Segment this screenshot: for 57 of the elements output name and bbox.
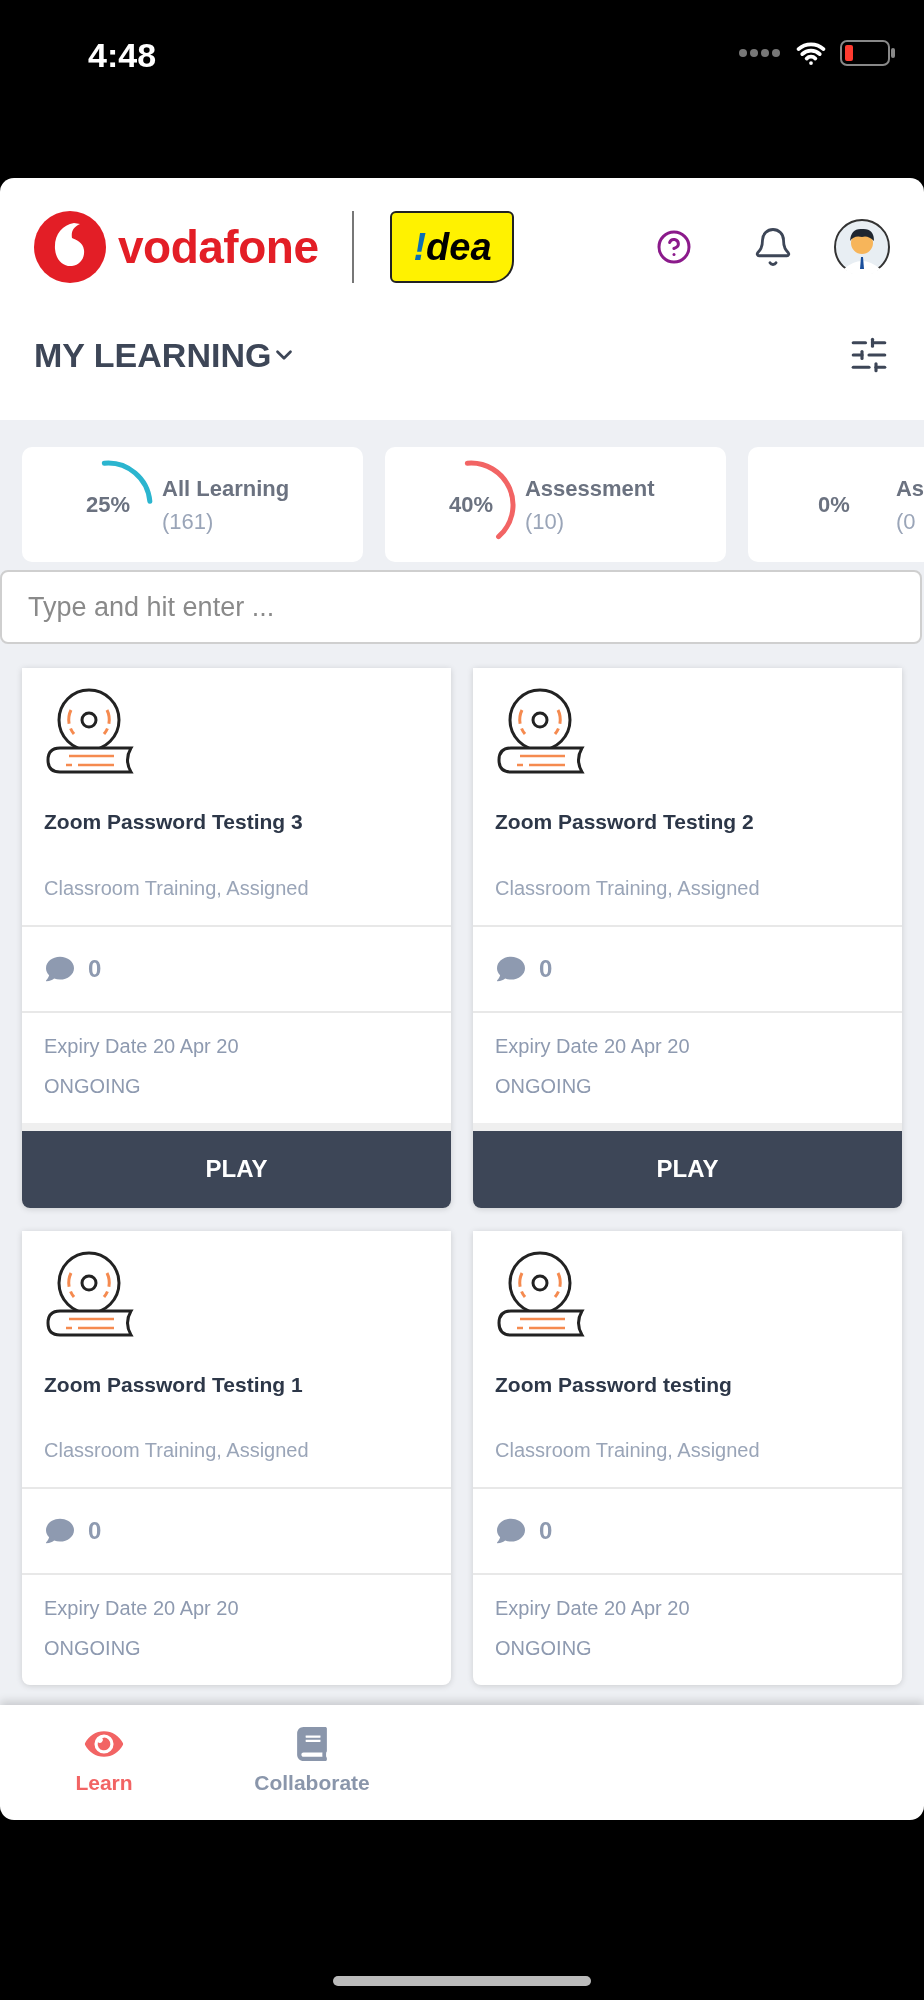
stat-label: As bbox=[895, 474, 924, 503]
vodafone-logo-icon bbox=[34, 211, 106, 283]
course-meta: Classroom Training, Assigned bbox=[44, 1438, 310, 1463]
stat-card[interactable]: 40% Assessment (10) bbox=[384, 447, 726, 562]
vodafone-wordmark: vodafone bbox=[118, 219, 319, 275]
course-card[interactable]: Zoom Password testing Classroom Training, Assigned 0 Expiry Date 20 Apr 20 ONGOING bbox=[473, 1230, 902, 1685]
course-meta: Classroom Training, Assigned bbox=[495, 1438, 761, 1463]
stat-card[interactable]: 0% As (0 bbox=[747, 447, 924, 562]
course-card[interactable]: Zoom Password Testing 1 Classroom Training, Assigned 0 Expiry Date 20 Apr 20 ONGOING bbox=[22, 1230, 451, 1685]
idea-logo: !dea bbox=[390, 211, 515, 283]
expiry-date: Expiry Date 20 Apr 20 bbox=[44, 1033, 240, 1059]
course-card[interactable]: Zoom Password Testing 3 Classroom Training, Assigned 0 Expiry Date 20 Apr 20 ONGOING PLAY bbox=[22, 668, 451, 1208]
percent-text: 40% bbox=[448, 491, 493, 519]
comment-count: 0 bbox=[539, 1516, 553, 1546]
status-time: 4:48 bbox=[88, 35, 157, 76]
comment-count: 0 bbox=[88, 953, 102, 984]
page-title[interactable]: MY LEARNING bbox=[34, 329, 272, 381]
disc-book-icon bbox=[495, 688, 585, 776]
play-button[interactable]: PLAY bbox=[473, 1130, 902, 1208]
course-title: Zoom Password Testing 3 bbox=[44, 809, 304, 835]
avatar-icon[interactable] bbox=[834, 219, 890, 275]
play-button[interactable]: PLAY bbox=[22, 1130, 451, 1208]
comment-icon bbox=[495, 954, 527, 983]
stat-count: (161) bbox=[162, 507, 215, 536]
book-icon bbox=[295, 1726, 329, 1761]
stat-label: Assessment bbox=[524, 474, 655, 503]
course-card[interactable]: Zoom Password Testing 2 Classroom Training, Assigned 0 Expiry Date 20 Apr 20 ONGOING PLAY bbox=[473, 668, 902, 1208]
expiry-date: Expiry Date 20 Apr 20 bbox=[44, 1596, 240, 1621]
search-field[interactable]: Type and hit enter ... bbox=[0, 570, 922, 644]
comment-icon bbox=[495, 1517, 527, 1545]
expiry-date: Expiry Date 20 Apr 20 bbox=[495, 1596, 691, 1621]
stat-label: All Learning bbox=[162, 474, 290, 503]
comment-icon bbox=[44, 954, 76, 983]
percent-text: 0% bbox=[817, 491, 850, 519]
disc-book-icon bbox=[44, 688, 134, 776]
help-icon[interactable] bbox=[656, 229, 692, 265]
percent-text: 25% bbox=[85, 491, 130, 519]
stat-count: (0 bbox=[895, 507, 917, 536]
status-text: ONGOING bbox=[44, 1073, 142, 1099]
status-text: ONGOING bbox=[495, 1636, 593, 1661]
course-title: Zoom Password Testing 2 bbox=[495, 809, 755, 835]
status-text: ONGOING bbox=[44, 1636, 142, 1661]
disc-book-icon bbox=[44, 1250, 134, 1339]
battery-icon bbox=[840, 40, 896, 66]
course-title: Zoom Password testing bbox=[495, 1371, 733, 1398]
course-meta: Classroom Training, Assigned bbox=[44, 875, 310, 901]
stat-count: (10) bbox=[524, 507, 566, 536]
comment-count: 0 bbox=[539, 953, 553, 984]
course-meta: Classroom Training, Assigned bbox=[495, 875, 761, 901]
expiry-date: Expiry Date 20 Apr 20 bbox=[495, 1033, 691, 1059]
status-text: ONGOING bbox=[495, 1073, 593, 1099]
course-title: Zoom Password Testing 1 bbox=[44, 1371, 304, 1398]
stat-card[interactable]: 25% All Learning (161) bbox=[22, 447, 363, 562]
comment-icon bbox=[44, 1517, 76, 1545]
signal-icon bbox=[738, 48, 782, 58]
disc-book-icon bbox=[495, 1250, 585, 1339]
comment-count: 0 bbox=[88, 1516, 102, 1546]
